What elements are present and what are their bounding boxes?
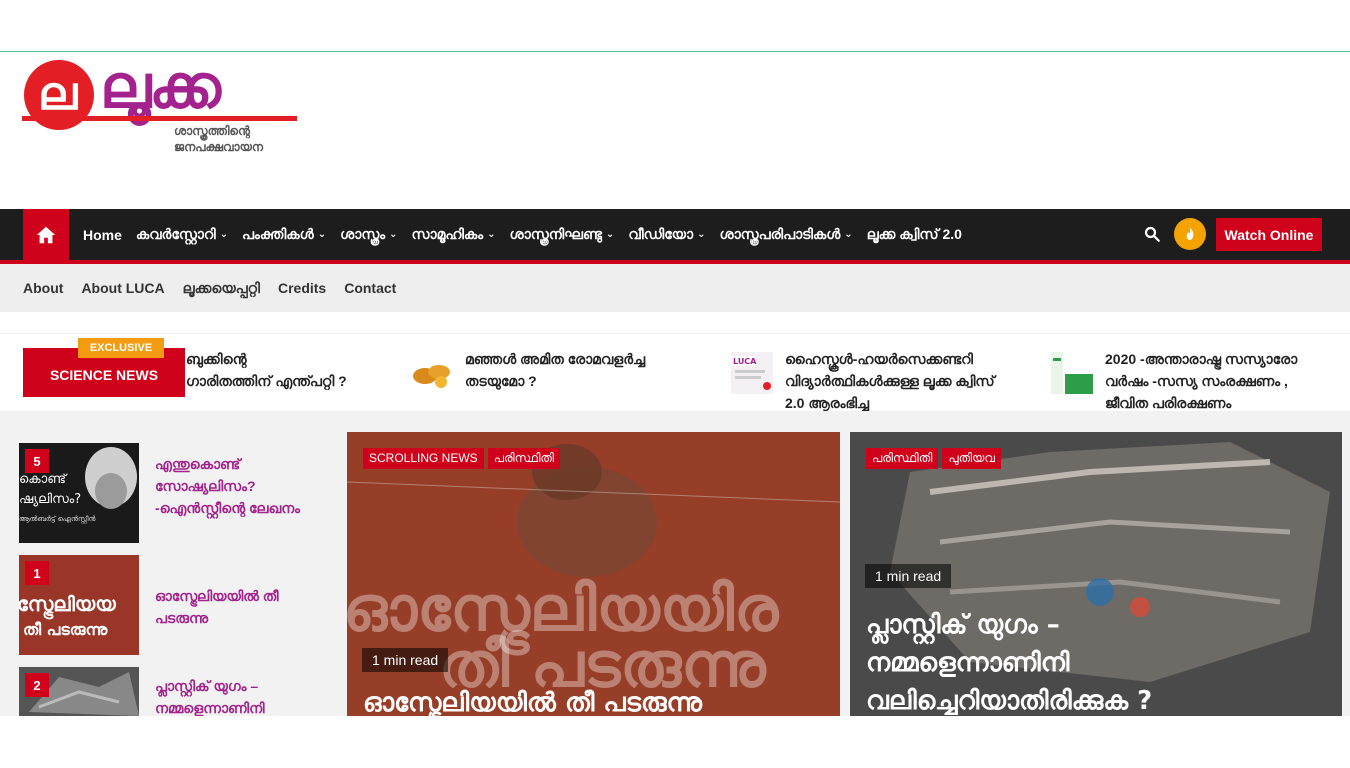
home-icon bbox=[36, 226, 56, 243]
secondary-nav: About About LUCA ലൂക്കയെപ്പറ്റി Credits … bbox=[0, 264, 1350, 312]
chevron-down-icon: ⌄ bbox=[697, 229, 706, 240]
nav-menu: Home കവർസ്റ്റോറി ⌄ പംക്തികൾ ⌄ ശാസ്ത്രം ⌄ സാ… bbox=[83, 209, 962, 260]
subnav-item-credits[interactable]: Credits bbox=[278, 280, 326, 296]
svg-text:തീ പടരുന്നു: തീ പടരുന്നു bbox=[23, 620, 108, 639]
chevron-down-icon: ⌄ bbox=[487, 229, 496, 240]
nav-item-quiz[interactable]: ലൂക്ക ക്വിസ് 2.0 bbox=[867, 226, 962, 243]
news-ticker: SCIENCE NEWS EXCLUSIVE ബുക്കിന്റെ ഗാരിതത… bbox=[0, 333, 1350, 411]
svg-text:സ്ട്രേലിയയ: സ്ട്രേലിയയ bbox=[19, 592, 116, 620]
home-button[interactable] bbox=[23, 209, 69, 260]
nav-item-cover-story[interactable]: കവർസ്റ്റോറി ⌄ bbox=[136, 226, 228, 243]
read-time: 1 min read bbox=[865, 564, 952, 588]
rank-badge: 5 bbox=[25, 449, 49, 473]
subnav-item-about-luca[interactable]: About LUCA bbox=[81, 280, 164, 296]
nav-item-social[interactable]: സാമൂഹികം ⌄ bbox=[412, 226, 496, 243]
category-tag[interactable]: പുതിയവ bbox=[942, 448, 1001, 469]
logo-underline bbox=[22, 116, 297, 121]
subnav-item-contact[interactable]: Contact bbox=[344, 280, 396, 296]
rank-badge: 2 bbox=[25, 673, 49, 697]
nav-item-dictionary[interactable]: ശാസ്ത്രനിഘണ്ടു ⌄ bbox=[510, 226, 615, 243]
chevron-down-icon: ⌄ bbox=[605, 229, 615, 240]
article-title[interactable]: എന്തുകൊണ്ട് സോഷ്യലിസം? -ഐൻസ്റ്റീന്റെ ലേഖ… bbox=[155, 453, 315, 543]
card-title[interactable]: പ്ലാസ്റ്റിക് യുഗം – നമ്മളെന്നാണിനി വലിച്… bbox=[866, 606, 1152, 716]
svg-text:ഷ്യലിസം?: ഷ്യലിസം? bbox=[19, 492, 81, 507]
flame-button[interactable] bbox=[1174, 218, 1206, 250]
chevron-down-icon: ⌄ bbox=[219, 229, 229, 240]
nav-item-video[interactable]: വീഡിയോ ⌄ bbox=[628, 226, 705, 243]
ticker-item[interactable]: മഞ്ഞൾ അമിത രോമവളർച്ച തടയുമോ ? bbox=[411, 348, 645, 394]
flame-icon bbox=[1186, 227, 1194, 240]
logo-tagline: ശാസ്ത്രത്തിന്റെ bbox=[174, 124, 250, 138]
nav-item-columns[interactable]: പംക്തികൾ ⌄ bbox=[242, 226, 326, 243]
search-icon[interactable] bbox=[1143, 225, 1161, 243]
logo-wordmark: ലൂക്ക bbox=[100, 52, 221, 122]
plant-health-thumbnail bbox=[1051, 352, 1093, 394]
featured-card[interactable]: ഓസ്ട്രേലിയയിര തീ പടരുന്നു SCROLLING NEWS… bbox=[347, 432, 840, 716]
featured-card[interactable]: പരിസ്ഥിതി പുതിയവ 1 min read പ്ലാസ്റ്റിക്… bbox=[850, 432, 1342, 716]
article-thumbnail: കൊണ്ട് ഷ്യലിസം? ആൽബർട്ട് ഐൻസ്റ്റീൻ 5 bbox=[19, 443, 139, 543]
trending-item[interactable]: 2 പ്ലാസ്റ്റിക് യുഗം – നമ്മളെന്നാണിനി bbox=[19, 667, 315, 719]
ticker-item[interactable]: LUCA ഹൈസ്കൂൾ-ഹയർസെക്കണ്ടറി വിദ്യാർത്ഥികൾ… bbox=[731, 348, 995, 414]
chevron-down-icon: ⌄ bbox=[317, 229, 327, 240]
site-logo[interactable]: ല ലൂക്ക ശാസ്ത്രത്തിന്റെ ജനപക്ഷവായന bbox=[22, 52, 302, 154]
svg-text:LUCA: LUCA bbox=[733, 357, 757, 366]
turmeric-thumbnail bbox=[411, 352, 453, 394]
category-tag[interactable]: പരിസ്ഥിതി bbox=[866, 448, 939, 469]
ticker-item[interactable]: ബുക്കിന്റെ ഗാരിതത്തിന് എന്ത്പറ്റി ? bbox=[186, 348, 347, 392]
article-thumbnail: സ്ട്രേലിയയ തീ പടരുന്നു 1 bbox=[19, 555, 139, 655]
exclusive-badge: EXCLUSIVE bbox=[78, 338, 164, 358]
ticker-item[interactable]: 2020 -അന്താരാഷ്ട്ര സസ്യാരോ വർഷം -സസ്യ സം… bbox=[1051, 348, 1297, 414]
luca-quiz-thumbnail: LUCA bbox=[731, 352, 773, 394]
subnav-item-about-ml[interactable]: ലൂക്കയെപ്പറ്റി bbox=[183, 280, 260, 297]
trending-item[interactable]: സ്ട്രേലിയയ തീ പടരുന്നു 1 ഓസ്ട്രേലിയയിൽ ത… bbox=[19, 555, 315, 655]
logo-tagline-2: ജനപക്ഷവായന bbox=[174, 140, 264, 154]
article-title[interactable]: പ്ലാസ്റ്റിക് യുഗം – നമ്മളെന്നാണിനി bbox=[155, 675, 315, 719]
rank-badge: 1 bbox=[25, 561, 49, 585]
nav-item-science[interactable]: ശാസ്ത്രം ⌄ bbox=[340, 226, 397, 243]
nav-item-home[interactable]: Home bbox=[83, 227, 122, 243]
article-thumbnail: 2 bbox=[19, 667, 139, 716]
article-title[interactable]: ഓസ്ട്രേലിയയിൽ തീ പടരുന്നു bbox=[155, 585, 315, 655]
chevron-down-icon: ⌄ bbox=[389, 229, 398, 240]
nav-item-programs[interactable]: ശാസ്ത്രപരിപാടികൾ ⌄ bbox=[719, 226, 852, 243]
page-bottom bbox=[0, 716, 1350, 768]
category-tag[interactable]: പരിസ്ഥിതി bbox=[487, 448, 560, 469]
trending-item[interactable]: കൊണ്ട് ഷ്യലിസം? ആൽബർട്ട് ഐൻസ്റ്റീൻ 5 എന്… bbox=[19, 443, 315, 543]
subnav-item-about[interactable]: About bbox=[23, 280, 63, 296]
watch-online-button[interactable]: Watch Online bbox=[1216, 218, 1322, 251]
chevron-down-icon: ⌄ bbox=[844, 229, 853, 240]
svg-text:കൊണ്ട്: കൊണ്ട് bbox=[19, 472, 68, 487]
category-tag[interactable]: SCROLLING NEWS bbox=[363, 448, 484, 469]
card-title[interactable]: ഓസ്ട്രേലിയയിൽ തീ പടരുന്നു bbox=[363, 688, 702, 716]
read-time: 1 min read bbox=[362, 648, 449, 672]
